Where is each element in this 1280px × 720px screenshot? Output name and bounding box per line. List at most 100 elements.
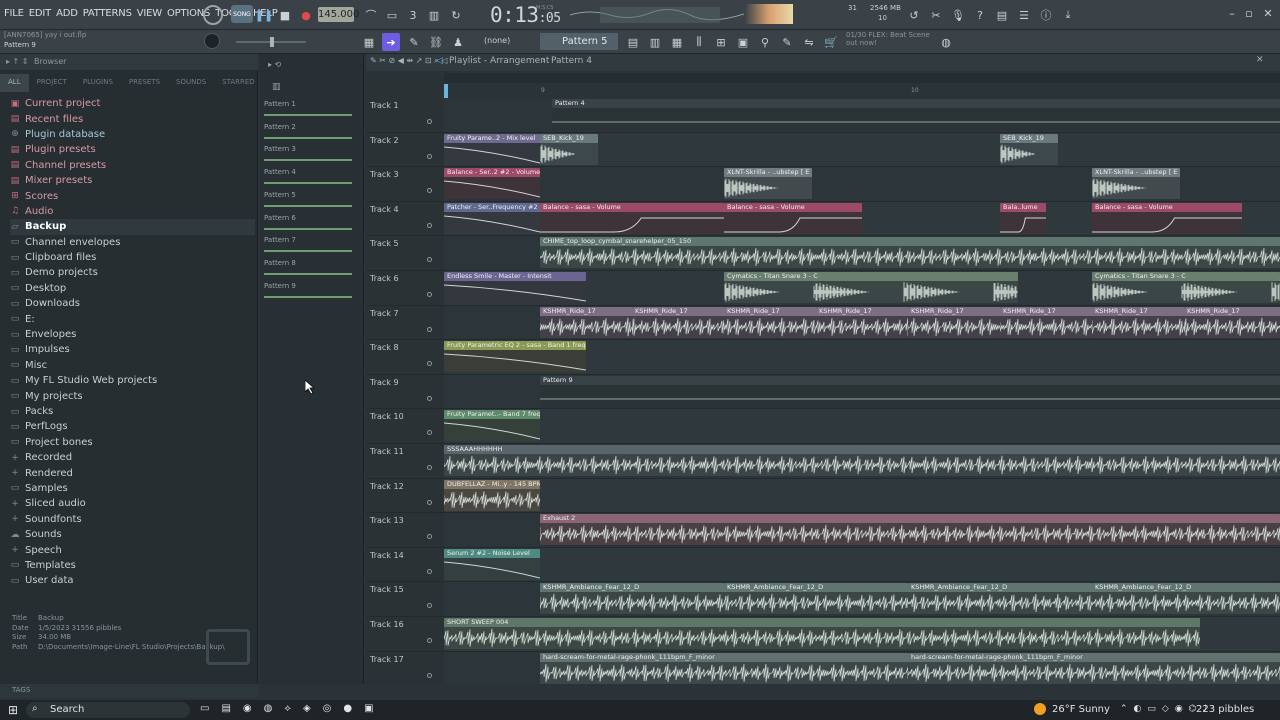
playlist-clip[interactable]: CHIME_top_loop_cymbal_snarehelper_05_150 bbox=[540, 237, 1280, 269]
browser-nav-icons[interactable]: ▸ ↑ ⇕ bbox=[6, 57, 29, 66]
track-lane[interactable]: Serum 2 #2 - Noise Level bbox=[444, 547, 1280, 582]
pattern-item[interactable]: Pattern 9 bbox=[264, 282, 354, 304]
mixer-view-icon[interactable]: ⫼ bbox=[690, 33, 708, 51]
browser-tab-project[interactable]: PROJECT bbox=[29, 74, 75, 92]
plugin-picker-icon[interactable]: ⚲ bbox=[756, 33, 774, 51]
picker-toolbar-icon[interactable]: ▥ bbox=[272, 82, 281, 92]
browser-item-plugin-presets[interactable]: ▤ Plugin presets bbox=[10, 142, 255, 157]
wait-icon[interactable]: ▭ bbox=[383, 6, 401, 24]
playlist-clip[interactable]: Pattern 4 bbox=[552, 99, 1280, 130]
playlist-clip[interactable]: KSHMR_Ride_17 bbox=[632, 306, 724, 338]
save-icon[interactable]: ▤ bbox=[993, 6, 1011, 24]
tempo-tapper-icon[interactable]: ✎ bbox=[778, 33, 796, 51]
playlist-clip[interactable]: Fruity Parametric EQ 2 - sasa - Band 1 f… bbox=[444, 341, 586, 373]
picker-menu-icons[interactable]: ▸ ⟲ bbox=[268, 60, 281, 69]
browser-item-impulses[interactable]: ▭ Impulses bbox=[10, 342, 255, 357]
taskbar-apps[interactable]: ▭▤◉◍⟡◈◎●▣ bbox=[200, 703, 386, 714]
browser-item-plugin-database[interactable]: ⊕ Plugin database bbox=[10, 127, 255, 142]
link-icon[interactable]: ⛓ bbox=[427, 33, 445, 51]
track-lane[interactable]: DUBFELLAZ - Mi..y - 145 BPM bbox=[444, 478, 1280, 513]
playlist-clip[interactable]: Balance - sasa - Volume bbox=[1092, 202, 1242, 234]
playlist-clip[interactable]: KSHMR_Ambiance_Fear_12_D bbox=[724, 583, 908, 615]
pattern-item[interactable]: Pattern 4 bbox=[264, 168, 354, 190]
play-pause-button[interactable]: ❚❚ bbox=[255, 6, 273, 24]
browser-item-envelopes[interactable]: ▭ Envelopes bbox=[10, 327, 255, 342]
timeline-ruler[interactable]: 9 10 bbox=[444, 84, 1280, 98]
track-lane[interactable]: Fruity Parame..2 - Mix level SEB_Kick_19 S… bbox=[444, 132, 1280, 167]
mixer-icon[interactable]: ☰ bbox=[1015, 6, 1033, 24]
track-lane[interactable]: CHIME_top_loop_cymbal_snarehelper_05_150 bbox=[444, 236, 1280, 270]
browser-item-audio[interactable]: ♫ Audio bbox=[10, 204, 255, 219]
track-name[interactable]: Track 2 bbox=[370, 136, 399, 145]
browser-item-my-projects[interactable]: ▭ My projects bbox=[10, 388, 255, 403]
piano-roll-icon[interactable]: ▦ bbox=[360, 33, 378, 51]
track-mute-icon[interactable] bbox=[427, 568, 432, 574]
browser-item-my-fl-studio-web-projects[interactable]: ▭ My FL Studio Web projects bbox=[10, 373, 255, 388]
playlist-clip[interactable]: Patcher - Ser..Frequency #2 bbox=[444, 202, 540, 234]
track-name[interactable]: Track 6 bbox=[370, 274, 399, 283]
track-mute-icon[interactable] bbox=[427, 672, 432, 678]
pattern-item[interactable]: Pattern 2 bbox=[264, 123, 354, 145]
track-mute-icon[interactable] bbox=[427, 119, 432, 124]
browser-item-sounds[interactable]: ☁ Sounds bbox=[10, 527, 255, 542]
step-edit-icon[interactable]: ▥ bbox=[425, 6, 443, 24]
pattern-item[interactable]: Pattern 3 bbox=[264, 145, 354, 167]
playhead-marker[interactable] bbox=[444, 84, 448, 98]
cart-icon[interactable]: 🛒 bbox=[822, 33, 840, 51]
track-mute-icon[interactable] bbox=[427, 188, 432, 194]
track-mute-icon[interactable] bbox=[427, 395, 432, 401]
track-lane[interactable]: Pattern 9 bbox=[444, 374, 1280, 409]
playlist-clip[interactable]: Fruity Parame..2 - Mix level bbox=[444, 133, 540, 165]
track-lane[interactable]: Exhaust 2 bbox=[444, 513, 1280, 547]
download-icon[interactable]: ⤓ bbox=[1059, 6, 1077, 24]
browser-item-channel-envelopes[interactable]: ▭ Channel envelopes bbox=[10, 235, 255, 250]
playlist-clip[interactable]: hard-scream-for-metal-rage-phonk_111bpm_… bbox=[908, 652, 1280, 684]
track-lane[interactable]: hard-scream-for-metal-rage-phonk_111bpm_… bbox=[444, 651, 1280, 684]
menu-item-edit[interactable]: EDIT bbox=[29, 8, 51, 19]
track-name[interactable]: Track 12 bbox=[370, 482, 404, 491]
playlist-clip[interactable]: KSHMR_Ride_17 bbox=[724, 306, 816, 338]
track-name[interactable]: Track 16 bbox=[370, 620, 404, 629]
track-mute-icon[interactable] bbox=[427, 499, 432, 505]
news-panel[interactable]: 01/30 FLEX: Beat Scene out now! bbox=[846, 31, 930, 47]
track-lane[interactable]: Endless Smile - Master - Intensit Cymatic… bbox=[444, 271, 1280, 305]
track-lane[interactable]: SSSAAAHHHHHH bbox=[444, 444, 1280, 478]
track-name[interactable]: Track 17 bbox=[370, 655, 404, 664]
track-name[interactable]: Track 9 bbox=[370, 378, 399, 387]
track-mute-icon[interactable] bbox=[427, 465, 432, 470]
playlist-clip[interactable]: hard-scream-for-metal-rage-phonk_111bpm_… bbox=[540, 652, 908, 684]
browser-view-icon[interactable]: ▣ bbox=[734, 33, 752, 51]
track-name[interactable]: Track 15 bbox=[370, 585, 404, 594]
playlist-clip[interactable]: Serum 2 #2 - Noise Level bbox=[444, 548, 540, 580]
piano-icon[interactable]: ▦ bbox=[668, 33, 686, 51]
menu-item-file[interactable]: FILE bbox=[4, 8, 24, 19]
browser-tab-starred[interactable]: STARRED bbox=[214, 74, 263, 92]
record-mode-icon[interactable] bbox=[203, 5, 223, 25]
browser-item-rendered[interactable]: + Rendered bbox=[10, 465, 255, 480]
browser-item-backup[interactable]: ▱ Backup bbox=[10, 219, 255, 235]
taskbar-search[interactable]: Search bbox=[26, 702, 190, 718]
browser-item-speech[interactable]: + Speech bbox=[10, 542, 255, 557]
menu-item-add[interactable]: ADD bbox=[56, 8, 78, 19]
playlist-clip[interactable]: Cymatics - Titan Snare 3 - C bbox=[724, 272, 1018, 303]
track-name[interactable]: Track 8 bbox=[370, 343, 399, 352]
pattern-item[interactable]: Pattern 1 bbox=[264, 100, 354, 122]
browser-item-current-project[interactable]: ▣ Current project bbox=[10, 96, 255, 111]
playlist-clip[interactable]: KSHMR_Ambiance_Fear_12_D bbox=[908, 583, 1092, 615]
browser-tab-all[interactable]: ALL bbox=[0, 74, 29, 92]
track-lane[interactable]: KSHMR_Ambiance_Fear_12_D KSHMR_Ambiance_F… bbox=[444, 582, 1280, 616]
browser-item-e-[interactable]: ▭ E: bbox=[10, 311, 255, 326]
undo-icon[interactable]: ↺ bbox=[905, 6, 923, 24]
track-mute-icon[interactable] bbox=[427, 430, 432, 436]
track-lane[interactable]: KSHMR_Ride_17 KSHMR_Ride_17 KSHMR_Ride_17 K… bbox=[444, 305, 1280, 340]
song-mode-button[interactable]: SONG bbox=[231, 5, 253, 23]
windows-start-icon[interactable]: ⊞ bbox=[8, 703, 18, 717]
browser-item-clipboard-files[interactable]: ▭ Clipboard files bbox=[10, 250, 255, 265]
browser-item-channel-presets[interactable]: ▤ Channel presets bbox=[10, 158, 255, 173]
playlist-clip[interactable]: Bala..lume bbox=[1000, 202, 1046, 234]
track-mute-icon[interactable] bbox=[427, 534, 432, 540]
browser-item-user-data[interactable]: ▭ User data bbox=[10, 573, 255, 588]
snap-select[interactable]: (none) bbox=[484, 36, 510, 45]
browser-item-project-bones[interactable]: ▭ Project bones bbox=[10, 435, 255, 450]
track-mute-icon[interactable] bbox=[427, 257, 432, 263]
